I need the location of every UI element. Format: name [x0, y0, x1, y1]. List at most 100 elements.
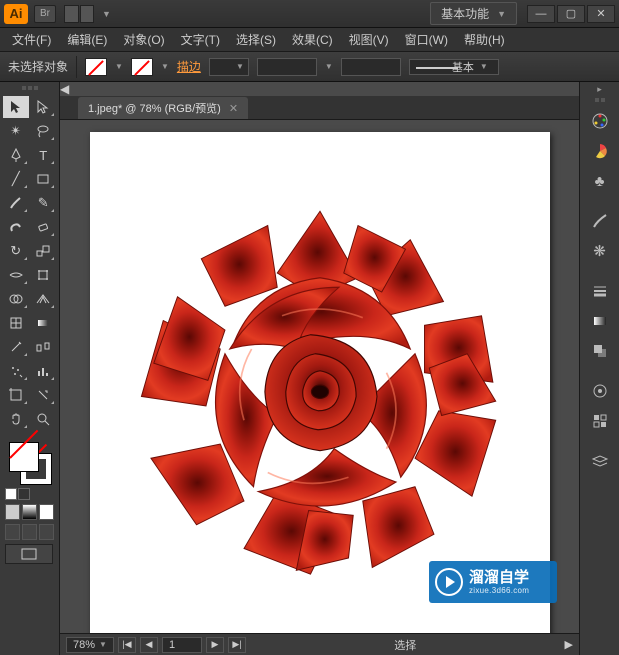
- direct-selection-tool[interactable]: [31, 96, 57, 118]
- width-tool[interactable]: [3, 264, 29, 286]
- menu-edit[interactable]: 编辑(E): [61, 29, 113, 50]
- lasso-tool[interactable]: [31, 120, 57, 142]
- minimize-button[interactable]: —: [527, 5, 555, 23]
- appearance-panel-icon[interactable]: [585, 377, 615, 405]
- last-artboard-button[interactable]: ▶|: [228, 637, 246, 653]
- prev-artboard-button[interactable]: ◀: [140, 637, 158, 653]
- swap-fill-stroke[interactable]: [18, 488, 30, 500]
- stroke-swatch[interactable]: [131, 58, 153, 76]
- zoom-tool[interactable]: [31, 408, 57, 430]
- blob-brush-tool[interactable]: [3, 216, 29, 238]
- gradient-tool[interactable]: [31, 312, 57, 334]
- workspace-switcher[interactable]: 基本功能 ▼: [430, 2, 517, 25]
- tools-panel: ✴ T ╱ ✎ ↻: [0, 82, 60, 655]
- color-mode-none[interactable]: [39, 504, 54, 520]
- menu-view[interactable]: 视图(V): [343, 29, 395, 50]
- control-bar: 未选择对象 ▼ ▼ 描边 ▼ ▼ 基本▼: [0, 52, 619, 82]
- stroke-style-dropdown[interactable]: 基本▼: [409, 59, 499, 75]
- eraser-tool[interactable]: [31, 216, 57, 238]
- layers-panel-icon[interactable]: [585, 447, 615, 475]
- gradient-panel-icon[interactable]: [585, 307, 615, 335]
- maximize-button[interactable]: ▢: [557, 5, 585, 23]
- menu-help[interactable]: 帮助(H): [458, 29, 511, 50]
- draw-behind[interactable]: [22, 524, 37, 540]
- zoom-level-field[interactable]: 78% ▼: [66, 637, 114, 653]
- canvas[interactable]: 溜溜自学 zixue.3d66.com: [60, 120, 579, 633]
- right-panel-dock: ▸ ♣ ❋: [579, 82, 619, 655]
- paintbrush-tool[interactable]: [3, 192, 29, 214]
- stroke-panel-icon[interactable]: [585, 277, 615, 305]
- line-segment-tool[interactable]: ╱: [3, 168, 29, 190]
- selection-tool[interactable]: [3, 96, 29, 118]
- play-icon: [435, 568, 463, 596]
- blend-tool[interactable]: [31, 336, 57, 358]
- symbol-sprayer-tool[interactable]: [3, 360, 29, 382]
- draw-inside[interactable]: [39, 524, 54, 540]
- stroke-width-input[interactable]: ▼: [209, 58, 249, 76]
- panel-grip[interactable]: [3, 86, 56, 94]
- symbols-panel-icon[interactable]: ❋: [585, 237, 615, 265]
- document-tab-strip: 1.jpeg* @ 78% (RGB/预览) ✕: [60, 96, 579, 120]
- magic-wand-tool[interactable]: ✴: [3, 120, 29, 142]
- swatches-panel-icon[interactable]: ♣: [585, 167, 615, 195]
- color-mode-gradient[interactable]: [22, 504, 37, 520]
- chevron-down-icon: ▼: [497, 9, 506, 19]
- eyedropper-tool[interactable]: [3, 336, 29, 358]
- free-transform-tool[interactable]: [31, 264, 57, 286]
- color-mode-solid[interactable]: [5, 504, 20, 520]
- graphic-styles-panel-icon[interactable]: [585, 407, 615, 435]
- bridge-icon[interactable]: Br: [34, 5, 56, 23]
- color-panel-icon[interactable]: [585, 107, 615, 135]
- menu-effect[interactable]: 效果(C): [286, 29, 339, 50]
- rotate-tool[interactable]: ↻: [3, 240, 29, 262]
- hand-tool[interactable]: [3, 408, 29, 430]
- perspective-grid-tool[interactable]: [31, 288, 57, 310]
- collapse-right-icon[interactable]: ▸: [580, 84, 619, 96]
- scale-tool[interactable]: [31, 240, 57, 262]
- menu-window[interactable]: 窗口(W): [399, 29, 454, 50]
- status-mode-label: 选择: [250, 637, 561, 653]
- pen-tool[interactable]: [3, 144, 29, 166]
- menu-type[interactable]: 文字(T): [175, 29, 226, 50]
- artboard: [90, 132, 550, 633]
- panel-grip[interactable]: [580, 98, 619, 104]
- fill-swatch[interactable]: [85, 58, 107, 76]
- menu-file[interactable]: 文件(F): [6, 29, 57, 50]
- color-guide-panel-icon[interactable]: [585, 137, 615, 165]
- stroke-link[interactable]: 描边: [177, 58, 201, 75]
- next-artboard-button[interactable]: ▶: [206, 637, 224, 653]
- artboard-tool[interactable]: [3, 384, 29, 406]
- slice-tool[interactable]: [31, 384, 57, 406]
- fill-color-box[interactable]: [9, 442, 39, 472]
- default-fill-stroke[interactable]: [5, 488, 17, 500]
- variable-width-profile[interactable]: [257, 58, 317, 76]
- pencil-tool[interactable]: ✎: [31, 192, 57, 214]
- document-area: ◀ 1.jpeg* @ 78% (RGB/预览) ✕: [60, 82, 579, 655]
- selection-status-label: 未选择对象: [8, 58, 68, 75]
- chevron-down-icon: ▼: [102, 9, 111, 19]
- close-tab-icon[interactable]: ✕: [229, 102, 238, 115]
- menu-object[interactable]: 对象(O): [117, 29, 170, 50]
- shape-builder-tool[interactable]: [3, 288, 29, 310]
- watermark-badge: 溜溜自学 zixue.3d66.com: [429, 561, 557, 603]
- rectangle-tool[interactable]: [31, 168, 57, 190]
- mesh-tool[interactable]: [3, 312, 29, 334]
- collapse-left-icon[interactable]: ◀: [60, 82, 579, 96]
- workspace-label: 基本功能: [441, 5, 489, 22]
- placed-image-rose: [130, 187, 510, 587]
- brush-definition[interactable]: [341, 58, 401, 76]
- menu-select[interactable]: 选择(S): [230, 29, 282, 50]
- first-artboard-button[interactable]: |◀: [118, 637, 136, 653]
- arrange-documents-icon[interactable]: [64, 5, 94, 23]
- brushes-panel-icon[interactable]: [585, 207, 615, 235]
- artboard-number-field[interactable]: 1: [162, 637, 202, 653]
- type-tool[interactable]: T: [31, 144, 57, 166]
- document-tab[interactable]: 1.jpeg* @ 78% (RGB/预览) ✕: [78, 97, 248, 119]
- close-button[interactable]: ✕: [587, 5, 615, 23]
- transparency-panel-icon[interactable]: [585, 337, 615, 365]
- status-menu-chevron[interactable]: ▶: [565, 638, 573, 651]
- column-graph-tool[interactable]: [31, 360, 57, 382]
- screen-mode-button[interactable]: [5, 544, 53, 564]
- draw-normal[interactable]: [5, 524, 20, 540]
- status-bar: 78% ▼ |◀ ◀ 1 ▶ ▶| 选择 ▶: [60, 633, 579, 655]
